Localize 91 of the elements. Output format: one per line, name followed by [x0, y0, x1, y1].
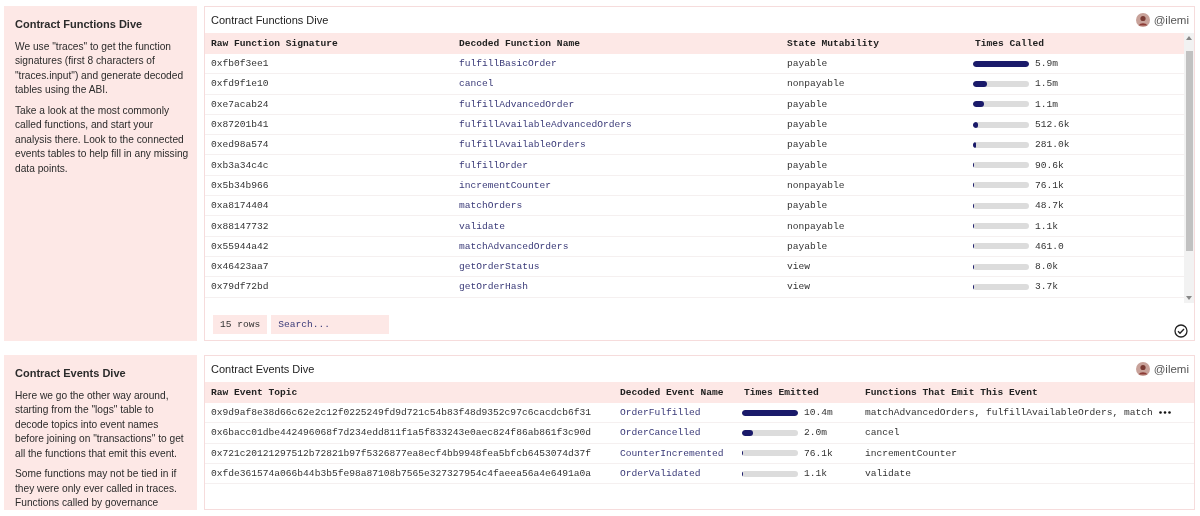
table-cell[interactable]: OrderCancelled — [614, 427, 738, 439]
table-cell: 1.1k — [1035, 220, 1059, 232]
table-cell: 5.9m — [1035, 58, 1059, 70]
table-cell-text: nonpayable — [786, 78, 846, 90]
table-cell-text: 0x5b34b966 — [210, 179, 270, 191]
table-cell: 461.0 — [1035, 240, 1064, 252]
avatar-icon — [1135, 362, 1150, 376]
table-cell: 76.1k — [1035, 179, 1064, 191]
table-cell-text: view — [786, 281, 812, 293]
table-cell: incrementCounter — [865, 447, 958, 459]
notes-title: Contract Events Dive — [15, 366, 127, 381]
column-header[interactable]: Raw Event Topic — [205, 387, 614, 398]
table-cell[interactable]: getOrderStatus — [453, 261, 781, 273]
table-cell[interactable]: fulfillOrder — [453, 159, 781, 171]
table-cell: 281.0k — [1035, 139, 1070, 151]
card-title: Contract Functions Dive — [211, 14, 329, 26]
table-cell[interactable]: fulfillBasicOrder — [453, 58, 781, 70]
table-cell-text: payable — [786, 159, 829, 171]
table-cell-text: 0xfde361574a066b44b3b5fe98a87108b7565e327327954c4faeea56a4e6491a0a — [210, 468, 592, 480]
table-cell-text: 0xfb0f3ee1 — [210, 58, 270, 70]
scrollbar[interactable] — [1184, 33, 1194, 303]
table-cell[interactable]: getOrderHash — [453, 281, 781, 293]
notes-paragraph: We use "traces" to get the function signatures (first 8 characters of "traces.input") and generate decoded tables using the ABI. — [15, 39, 185, 97]
notes-paragraph: Here we go the other way around, starting from the "logs" table to decode topics into event names before joining on "transactions" to get all the functions that emit this event. — [15, 388, 185, 461]
table-cell[interactable]: fulfillAvailableOrders — [453, 139, 781, 151]
table-cell: 1.1k — [804, 468, 828, 480]
table-cell-text: 0x55944a42 — [210, 240, 270, 252]
column-header[interactable]: Times Emitted — [738, 387, 859, 398]
table-cell-text: payable — [786, 240, 829, 252]
card-title: Contract Events Dive — [211, 363, 315, 375]
table-cell: 10.4m — [804, 407, 833, 419]
table-cell-text: nonpayable — [786, 179, 846, 191]
table-cell-text: payable — [786, 58, 829, 70]
avatar-icon — [1135, 13, 1150, 27]
notes-title: Contract Functions Dive — [15, 17, 144, 32]
checkmark-icon[interactable] — [1174, 324, 1188, 338]
table-cell[interactable]: fulfillAvailableAdvancedOrders — [453, 119, 781, 131]
table-cell-text: 0xfd9f1e10 — [210, 78, 270, 90]
row-count: 15 rows — [213, 315, 268, 334]
table-cell: 1.5m — [1035, 78, 1059, 90]
table-cell: 2.0m — [804, 427, 828, 439]
table-cell[interactable]: fulfillAdvancedOrder — [453, 98, 781, 110]
table-cell-text: 0x721c20121297512b72821b97f5326877ea8ecf4bb9948fea5bfcb6453074d37f — [210, 447, 592, 459]
table-cell-text: view — [786, 261, 812, 273]
table-cell[interactable]: matchAdvancedOrders — [453, 240, 781, 252]
scroll-up-icon[interactable] — [1186, 36, 1192, 40]
table-cell: validate — [865, 468, 912, 480]
table-cell: 76.1k — [804, 447, 833, 459]
more-icon[interactable] — [1158, 411, 1171, 415]
table-cell[interactable]: OrderValidated — [614, 468, 738, 480]
table-cell: cancel — [865, 427, 900, 439]
table-cell: 512.6k — [1035, 119, 1070, 131]
table-cell-text: 0xed98a574 — [210, 139, 270, 151]
table-cell: 3.7k — [1035, 281, 1059, 293]
notes-paragraph: Take a look at the most commonly called functions, and start your analysis there. Look to the connected events tables to help fill in any missing data points. — [15, 103, 189, 176]
scroll-down-icon[interactable] — [1186, 296, 1192, 300]
table-cell: 1.1m — [1035, 98, 1059, 110]
column-header[interactable]: Decoded Function Name — [453, 38, 781, 49]
table-cell: 90.6k — [1035, 159, 1064, 171]
username[interactable]: @ilemi — [1153, 363, 1189, 375]
table-cell-text: payable — [786, 139, 829, 151]
table-cell-text: 0xb3a34c4c — [210, 159, 270, 171]
table-cell[interactable]: OrderFulfilled — [614, 407, 738, 419]
table-cell-text: 0x79df72bd — [210, 281, 270, 293]
table-cell-text: 0x87201b41 — [210, 119, 270, 131]
table-cell-text: 0xe7acab24 — [210, 98, 270, 110]
table-cell[interactable]: validate — [453, 220, 781, 232]
table-cell-text: 0x46423aa7 — [210, 261, 270, 273]
notes-paragraph: Some functions may not be tied in if they were only ever called in traces. Functions called by governance — [15, 467, 178, 510]
table-cell-text: nonpayable — [786, 220, 846, 232]
table-cell-text: payable — [786, 200, 829, 212]
table-cell-text: payable — [786, 119, 829, 131]
table-cell-text: 0x88147732 — [210, 220, 270, 232]
table-cell[interactable]: matchOrders — [453, 200, 781, 212]
username[interactable]: @ilemi — [1153, 14, 1189, 26]
table-cell-text: 0x9d9af8e38d66c62e2c12f0225249fd9d721c54b83f48d9352c97c6cacdcb6f31 — [210, 407, 592, 419]
table-cell: 48.7k — [1035, 200, 1064, 212]
table-cell-text: 0xa8174404 — [210, 200, 270, 212]
search-field[interactable]: Search... — [271, 315, 390, 334]
column-header[interactable]: State Mutability — [781, 38, 969, 49]
table-cell: 8.0k — [1035, 261, 1059, 273]
column-header[interactable]: Raw Function Signature — [205, 38, 453, 49]
table-cell-text: payable — [786, 98, 829, 110]
column-header[interactable]: Times Called — [969, 38, 1184, 49]
column-header[interactable]: Decoded Event Name — [614, 387, 738, 398]
table-cell: matchAdvancedOrders, fulfillAvailableOrders, match — [865, 407, 1153, 419]
table-cell[interactable]: CounterIncremented — [614, 447, 738, 459]
table-cell[interactable]: incrementCounter — [453, 179, 781, 191]
column-header[interactable]: Functions That Emit This Event — [859, 387, 1194, 398]
table-cell-text: 0x6bacc01dbe442496068f7d234edd811f1a5f833243e0aec824f86ab861f3c90d — [210, 427, 592, 439]
table-cell[interactable]: cancel — [453, 78, 781, 90]
